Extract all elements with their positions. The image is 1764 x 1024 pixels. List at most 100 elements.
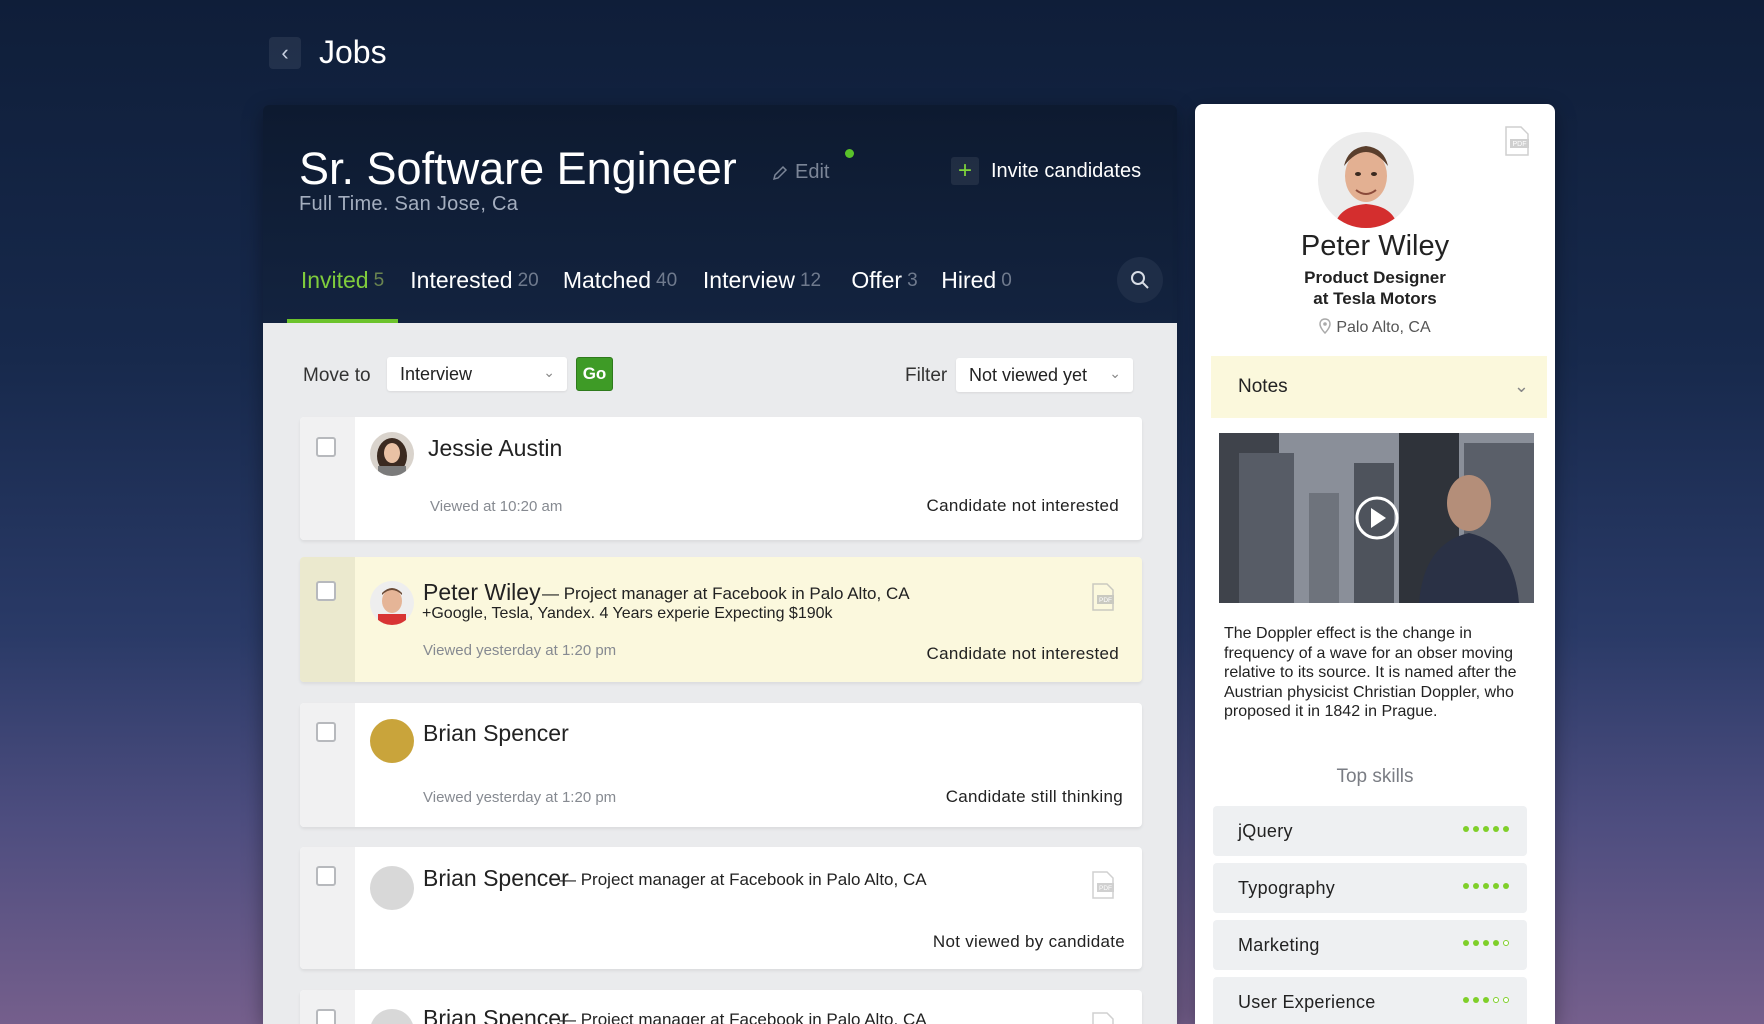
- viewed-time: Viewed yesterday at 1:20 pm: [423, 642, 617, 659]
- rating-dot-filled: [1463, 997, 1469, 1003]
- edit-button[interactable]: Edit: [771, 161, 829, 184]
- profile-role: Product Designer at Tesla Motors: [1195, 267, 1555, 309]
- skill-name: Typography: [1238, 877, 1336, 898]
- profile-name: Peter Wiley: [1300, 230, 1450, 262]
- skill-item: Marketing: [1213, 920, 1527, 970]
- candidate-details: +Google, Tesla, Yandex. 4 Years experie …: [422, 605, 833, 622]
- pdf-icon[interactable]: [1090, 1012, 1116, 1024]
- rating-dot-filled: [1473, 997, 1479, 1003]
- rating-dot-empty: [1503, 997, 1509, 1003]
- pdf-icon[interactable]: PDF: [1503, 126, 1531, 156]
- filter-value: Not viewed yet: [969, 364, 1088, 385]
- candidate-card[interactable]: Peter Wiley — Project manager at Faceboo…: [300, 557, 1142, 682]
- rating-dot-filled: [1483, 883, 1489, 889]
- tab-interview[interactable]: Interview 12: [697, 267, 827, 323]
- tab-invited[interactable]: Invited 5: [287, 267, 398, 323]
- candidate-card[interactable]: Brian Spencer — Project manager at Faceb…: [300, 990, 1142, 1024]
- candidate-card[interactable]: Jessie Austin Viewed at 10:20 am Candida…: [300, 417, 1142, 540]
- rating-dot-filled: [1483, 826, 1489, 832]
- candidate-checkbox[interactable]: [316, 437, 336, 457]
- profile-panel: PDF Peter Wiley Product Designer at Tesl…: [1195, 104, 1555, 1024]
- search-icon: [1131, 271, 1149, 289]
- svg-text:PDF: PDF: [1099, 597, 1112, 604]
- tab-offer[interactable]: Offer 3: [842, 267, 927, 323]
- card-gutter: [300, 557, 355, 682]
- candidate-name[interactable]: Brian Spencer: [423, 720, 569, 747]
- profile-role-line2: at Tesla Motors: [1313, 289, 1437, 308]
- candidate-checkbox[interactable]: [316, 1009, 336, 1024]
- svg-text:PDF: PDF: [1099, 885, 1112, 892]
- rating-dot-filled: [1503, 826, 1509, 832]
- candidate-name[interactable]: Jessie Austin: [428, 435, 562, 462]
- rating-dot-filled: [1463, 940, 1469, 946]
- notes-label: Notes: [1238, 376, 1288, 397]
- skill-name: jQuery: [1238, 820, 1293, 841]
- rating-dot-empty: [1503, 940, 1509, 946]
- candidate-name[interactable]: Brian Spencer: [423, 1005, 569, 1024]
- rating-dot-empty: [1493, 997, 1499, 1003]
- rating-dot-filled: [1493, 940, 1499, 946]
- invite-candidates-button[interactable]: + Invite candidates: [951, 157, 1141, 185]
- candidate-name[interactable]: Brian Spencer: [423, 865, 569, 892]
- move-to-value: Interview: [400, 363, 473, 384]
- skill-name: Marketing: [1238, 934, 1320, 955]
- skill-rating: [1463, 940, 1509, 946]
- pdf-icon[interactable]: PDF: [1090, 583, 1116, 611]
- page-header: ‹ Jobs: [269, 34, 387, 71]
- location-text: Palo Alto, CA: [1336, 319, 1431, 336]
- plus-icon: +: [951, 157, 979, 185]
- rating-dot-filled: [1463, 883, 1469, 889]
- job-subtitle: Full Time. San Jose, Ca: [299, 193, 519, 215]
- avatar: [370, 719, 414, 763]
- tab-hired[interactable]: Hired 0: [934, 267, 1019, 323]
- edit-label: Edit: [795, 161, 830, 183]
- rating-dot-filled: [1473, 940, 1479, 946]
- candidate-description: — Project manager at Facebook in Palo Al…: [559, 870, 927, 889]
- rating-dot-filled: [1493, 826, 1499, 832]
- back-button[interactable]: ‹: [269, 36, 301, 69]
- skill-item: Typography: [1213, 863, 1527, 913]
- pdf-icon[interactable]: PDF: [1090, 871, 1116, 899]
- candidate-status: Candidate not interested: [926, 496, 1119, 515]
- tab-label: Matched: [562, 267, 652, 293]
- candidate-description: — Project manager at Facebook in Palo Al…: [542, 584, 910, 603]
- candidate-card[interactable]: Brian Spencer — Project manager at Faceb…: [300, 847, 1142, 969]
- tab-label: Hired: [941, 267, 997, 293]
- search-button[interactable]: [1117, 257, 1163, 303]
- tab-count: 5: [373, 270, 385, 291]
- candidate-status: Not viewed by candidate: [932, 932, 1125, 951]
- chevron-down-icon: ⌄: [1513, 376, 1529, 396]
- notes-dropdown[interactable]: Notes ⌄: [1211, 356, 1547, 418]
- tab-count: 20: [517, 270, 539, 291]
- viewed-time: Viewed at 10:20 am: [430, 498, 563, 515]
- tab-matched[interactable]: Matched 40: [559, 267, 681, 323]
- avatar: [370, 866, 414, 910]
- candidate-card[interactable]: Brian Spencer Viewed yesterday at 1:20 p…: [300, 703, 1142, 827]
- go-button[interactable]: Go: [576, 357, 613, 391]
- tab-count: 0: [1001, 270, 1012, 291]
- video-thumbnail: [1219, 433, 1534, 603]
- intro-video[interactable]: [1219, 433, 1534, 603]
- tab-label: Offer: [851, 267, 903, 293]
- candidate-name[interactable]: Peter Wiley: [423, 579, 541, 606]
- candidate-status: Candidate still thinking: [945, 787, 1123, 806]
- profile-avatar: [1318, 132, 1414, 228]
- job-title: Sr. Software Engineer: [299, 143, 737, 194]
- skill-rating: [1463, 997, 1509, 1003]
- skill-item: User Experience: [1213, 977, 1527, 1024]
- tab-interested[interactable]: Interested 20: [407, 267, 542, 323]
- skill-name: User Experience: [1238, 991, 1376, 1012]
- skill-rating: [1463, 826, 1509, 832]
- move-to-select[interactable]: Interview ⌄: [387, 357, 567, 391]
- profile-location: Palo Alto, CA: [1195, 318, 1555, 337]
- candidate-checkbox[interactable]: [316, 866, 336, 886]
- filter-select[interactable]: Not viewed yet ⌄: [956, 358, 1133, 392]
- rating-dot-filled: [1503, 883, 1509, 889]
- viewed-time: Viewed yesterday at 1:20 pm: [423, 789, 617, 806]
- candidate-checkbox[interactable]: [316, 722, 336, 742]
- page-title: Jobs: [319, 34, 387, 70]
- candidate-checkbox[interactable]: [316, 581, 336, 601]
- profile-bio: The Doppler effect is the change in freq…: [1224, 625, 1517, 720]
- tab-label: Invited: [300, 267, 369, 293]
- list-toolbar: Move to Interview ⌄ Go Filter Not viewed…: [303, 357, 1141, 393]
